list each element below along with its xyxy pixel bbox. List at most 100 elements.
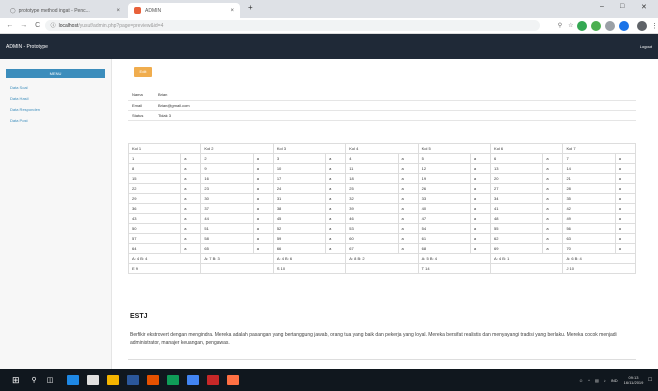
excel-icon[interactable] [167, 375, 180, 385]
table-row: 29 a 30 a 31 a 32 a 33 a 34 a 35 a [127, 193, 637, 204]
system-tray: ☺ ^ ▤ ♪ IND 09:13 16/11/2019 □ [574, 375, 658, 385]
table-cell: 68 [417, 243, 471, 254]
table-cell: a [325, 243, 347, 254]
table-cell: a [397, 243, 419, 254]
table-cell: 53 [345, 223, 399, 234]
table-row: 43 a 44 a 45 a 46 a 47 a 48 a 49 a [127, 213, 637, 224]
table-row: 8 a 9 a 10 a 11 a 12 a 13 a 14 a [127, 163, 637, 174]
task-view-icon[interactable]: ◫ [47, 376, 54, 384]
new-tab-button[interactable]: + [248, 3, 253, 12]
table-cell: 5 [417, 153, 471, 164]
table-cell: 33 [417, 193, 471, 204]
people-icon[interactable]: ☺ [579, 378, 583, 383]
browser-tab-bar: ◯ prototype method ingat - Penc... × ADM… [0, 0, 658, 18]
divider [128, 359, 636, 360]
store-icon[interactable] [87, 375, 100, 385]
table-cell: a [542, 183, 564, 194]
table-cell: a [469, 243, 492, 254]
maximize-icon[interactable]: □ [620, 3, 624, 10]
window-close-icon[interactable]: ✕ [641, 3, 647, 11]
table-cell: a [180, 153, 202, 164]
table-cell: a [542, 213, 564, 224]
table-cell: 42 [562, 203, 616, 214]
totals-cell: A: 5 B: 4 [417, 253, 492, 264]
file-explorer-icon[interactable] [107, 375, 120, 385]
extension-icon[interactable] [591, 20, 602, 31]
extension-icon[interactable] [577, 20, 588, 31]
sidebar-item-data-soal[interactable]: Data Soal [0, 82, 111, 93]
minimize-icon[interactable]: – [600, 3, 604, 10]
table-cell: a [180, 183, 202, 194]
info-value: Brian [154, 90, 636, 101]
reload-icon[interactable]: C [31, 22, 45, 29]
table-cell: 16 [200, 173, 254, 184]
table-cell: 41 [490, 203, 544, 214]
browser-tab[interactable]: ◯ prototype method ingat - Penc... × [4, 3, 126, 18]
table-cell: a [542, 243, 564, 254]
logout-link[interactable]: Logout [640, 44, 652, 49]
table-cell: 37 [200, 203, 254, 214]
table-row: Nama Brian [128, 90, 636, 101]
volume-icon[interactable]: ♪ [604, 378, 606, 383]
star-icon[interactable]: ☆ [568, 22, 573, 29]
table-cell: a [469, 203, 492, 214]
word-icon[interactable] [127, 375, 140, 385]
table-row: 22 a 23 a 24 a 25 a 26 a 27 a 28 a [127, 183, 637, 194]
forward-icon[interactable]: → [17, 22, 31, 29]
extension-icon[interactable] [605, 20, 616, 31]
table-row: 36 a 37 a 38 a 39 a 40 a 41 a 42 a [127, 203, 637, 214]
close-icon[interactable]: × [230, 8, 234, 14]
access-icon[interactable] [207, 375, 220, 385]
extension-icon[interactable] [619, 20, 630, 31]
search-icon[interactable]: ⚲ [32, 376, 37, 384]
menu-icon[interactable]: ⋮ [651, 22, 658, 30]
brand[interactable]: ADMIN - Prototype [6, 44, 48, 50]
table-cell: a [542, 233, 564, 244]
chevron-up-icon[interactable]: ^ [588, 378, 590, 383]
windows-start-icon[interactable]: ⊞ [12, 375, 20, 386]
table-cell: a [542, 163, 564, 174]
table-cell: 62 [490, 233, 544, 244]
sidebar-item-data-post[interactable]: Data Post [0, 115, 111, 126]
result-cell: J 10 [562, 263, 636, 274]
table-cell: a [614, 193, 637, 204]
table-row: Email Brian@gmail.com [128, 100, 636, 111]
browser-tab-active[interactable]: ADMIN × [128, 3, 240, 18]
table-cell: a [325, 183, 347, 194]
sidebar-item-data-hasil[interactable]: Data Hasil [0, 93, 111, 104]
back-icon[interactable]: ← [3, 22, 17, 29]
chrome-icon[interactable] [187, 375, 200, 385]
url-field[interactable]: ⓘ localhost/yusuf/admin.php?page=preview… [44, 20, 540, 31]
table-cell: 44 [200, 213, 254, 224]
favicon-icon [134, 7, 141, 14]
table-cell: 49 [562, 213, 616, 224]
network-icon[interactable]: ▤ [595, 378, 599, 383]
notification-icon[interactable]: □ [648, 377, 652, 383]
sidebar-item-data-responden[interactable]: Data Responden [0, 104, 111, 115]
table-cell: 46 [345, 213, 399, 224]
column-header: Kol 4 [345, 143, 419, 154]
language-indicator[interactable]: IND [611, 378, 618, 383]
table-cell: a [325, 193, 347, 204]
search-icon[interactable]: ⚲ [558, 22, 562, 29]
app-icon[interactable] [227, 375, 240, 385]
table-cell: a [180, 163, 202, 174]
edge-icon[interactable] [67, 375, 80, 385]
table-cell: a [397, 233, 419, 244]
app-icon[interactable] [147, 375, 160, 385]
table-cell: a [252, 203, 274, 214]
table-cell: a [469, 233, 492, 244]
clock[interactable]: 09:13 16/11/2019 [624, 375, 644, 385]
edit-button[interactable]: Edit [134, 67, 152, 77]
result-row: E 9 S 10 T 14 J 10 [127, 263, 636, 274]
table-cell: 2 [200, 153, 254, 164]
table-cell: 65 [200, 243, 254, 254]
profile-avatar[interactable] [637, 20, 648, 31]
close-icon[interactable]: × [116, 8, 120, 14]
table-cell: 19 [417, 173, 471, 184]
totals-cell: A: 7 B: 3 [200, 253, 274, 264]
table-cell: 69 [490, 243, 544, 254]
table-cell: 23 [200, 183, 254, 194]
info-value: Tidak 3 [154, 110, 636, 121]
table-cell: 70 [562, 243, 616, 254]
